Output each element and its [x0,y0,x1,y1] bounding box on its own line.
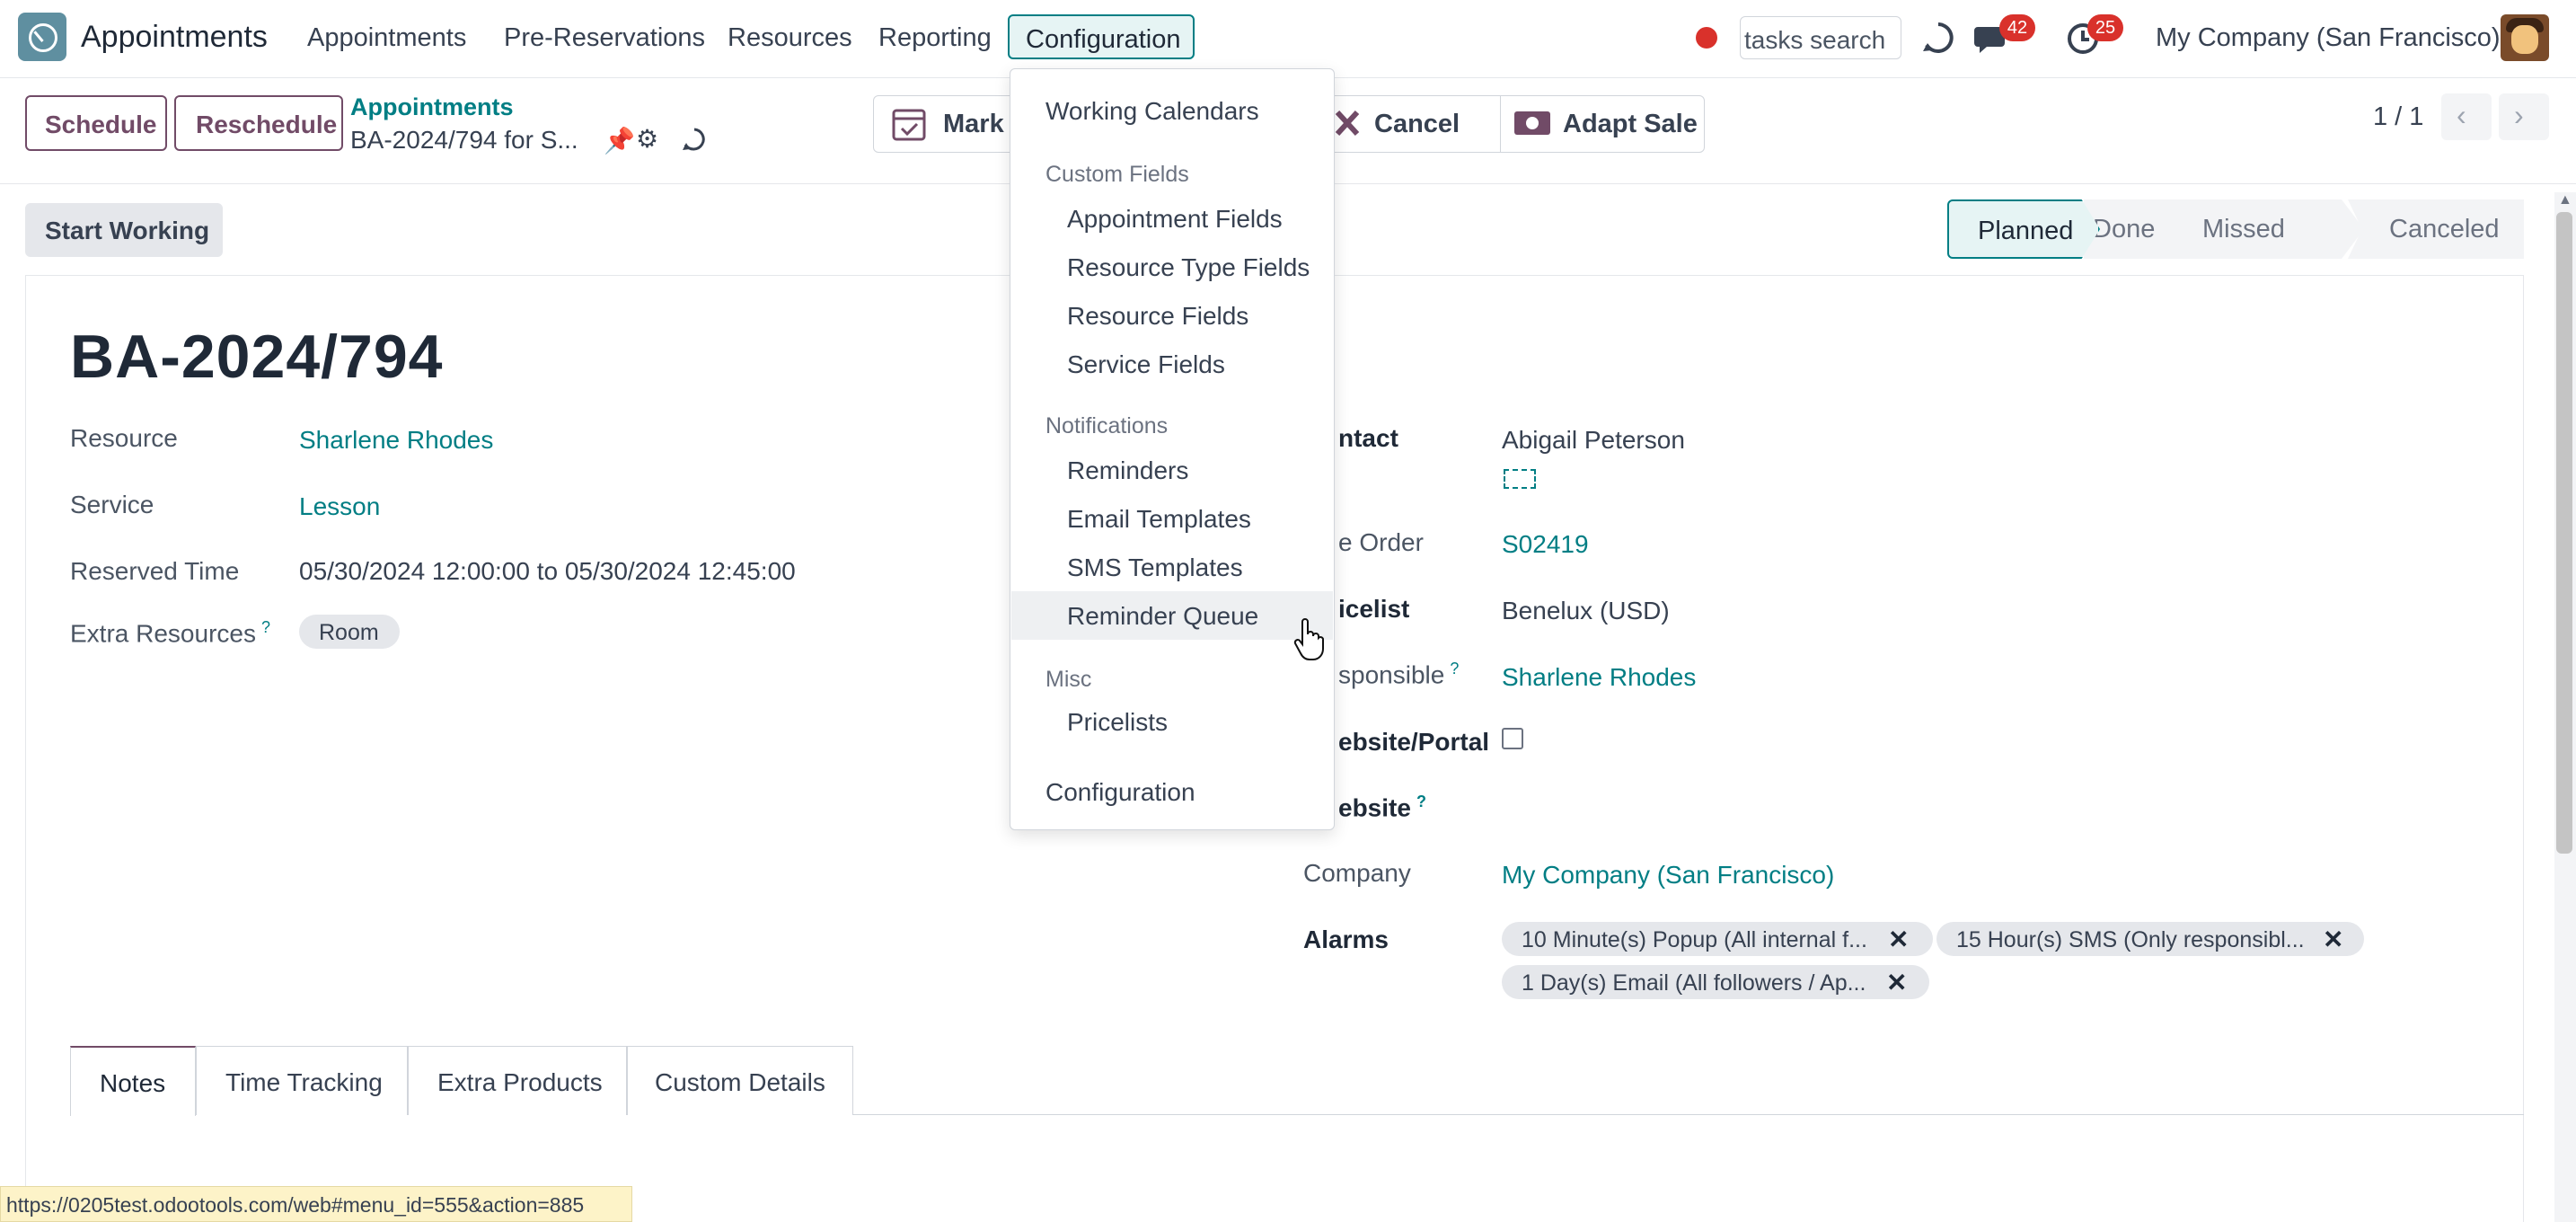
contact-label: ntact [1338,424,1398,452]
alarm-tag[interactable]: 10 Minute(s) Popup (All internal f... ✕ [1502,922,1933,956]
activities-badge: 25 [2087,14,2123,41]
schedule-button[interactable]: Schedule [25,95,167,151]
section-notifications: Notifications [1045,413,1169,438]
menu-item-appointment-fields[interactable]: Appointment Fields [1067,205,1283,234]
calendar-check-icon [892,109,926,141]
hand-cursor-icon [1293,618,1324,660]
remove-tag-icon[interactable]: ✕ [2323,925,2343,954]
link-preview-status: https://0205test.odootools.com/web#menu_… [0,1186,632,1222]
menu-item-service-fields[interactable]: Service Fields [1067,350,1225,379]
button-divider [1500,95,1501,153]
responsible-field[interactable]: Sharlene Rhodes [1502,663,1696,692]
remove-tag-icon[interactable]: ✕ [1886,968,1907,997]
breadcrumb-current-record: BA-2024/794 for S... [350,126,578,154]
status-canceled[interactable]: Canceled [2348,199,2524,259]
reserved-time-field[interactable]: 05/30/2024 12:00:00 to 05/30/2024 12:45:… [299,557,796,586]
pricelist-label: icelist [1338,595,1410,623]
reserved-time-label: Reserved Time [70,557,240,585]
service-label: Service [70,491,154,518]
menu-item-configuration[interactable]: Configuration [1045,778,1195,807]
sale-order-field[interactable]: S02419 [1502,530,1589,559]
menu-item-reminder-queue[interactable]: Reminder Queue [1067,602,1258,631]
company-field[interactable]: My Company (San Francisco) [1502,861,1834,890]
menu-reporting[interactable]: Reporting [878,23,992,53]
pin-icon[interactable]: 📌 [604,126,635,155]
sync-icon[interactable] [681,126,708,153]
gear-icon[interactable]: ⚙ [636,124,658,154]
help-icon[interactable]: ? [1450,660,1459,677]
pricelist-field[interactable]: Benelux (USD) [1502,597,1670,625]
menu-resources[interactable]: Resources [728,23,852,53]
phone-icon[interactable] [1504,469,1536,489]
service-field[interactable]: Lesson [299,492,380,521]
menu-item-email-templates[interactable]: Email Templates [1067,505,1251,534]
tab-extra-products[interactable]: Extra Products [408,1046,627,1115]
status-missed[interactable]: Missed [2139,199,2364,259]
help-icon[interactable]: ? [1416,793,1426,810]
menu-item-resource-fields[interactable]: Resource Fields [1067,302,1248,331]
reschedule-button[interactable]: Reschedule [174,95,343,151]
company-label: Company [1303,859,1411,887]
extra-resources-label: Extra Resources? [70,618,270,648]
pager-value[interactable]: 1 / 1 [2373,102,2423,132]
record-name: BA-2024/794 [70,323,444,391]
resource-label: Resource [70,424,178,452]
menu-pre-reservations[interactable]: Pre-Reservations [504,23,705,53]
pager-previous-button[interactable]: ‹ [2441,93,2492,140]
menu-item-resource-type-fields[interactable]: Resource Type Fields [1067,253,1310,282]
money-icon [1514,111,1550,135]
app-name[interactable]: Appointments [81,20,268,55]
contact-field[interactable]: Abigail Peterson [1502,426,1685,455]
refresh-icon[interactable] [1920,20,1956,56]
tasks-search-input[interactable]: tasks search [1740,16,1901,59]
record-indicator-icon[interactable] [1696,27,1717,49]
menu-item-pricelists[interactable]: Pricelists [1067,708,1168,737]
chevron-right-icon: › [2514,99,2524,131]
website-portal-checkbox[interactable] [1502,728,1523,749]
section-misc: Misc [1045,667,1092,692]
user-avatar[interactable] [2501,14,2549,61]
status-planned[interactable]: Planned [1947,199,2100,259]
pager-next-button[interactable]: › [2499,93,2549,140]
tab-notes[interactable]: Notes [70,1046,196,1116]
alarms-label: Alarms [1303,925,1389,953]
website-portal-label: ebsite/Portal [1338,728,1490,756]
tab-time-tracking[interactable]: Time Tracking [196,1046,408,1115]
company-switcher[interactable]: My Company (San Francisco) [2156,23,2501,53]
extra-resource-tag[interactable]: Room [299,615,400,649]
scroll-up-icon[interactable]: ▲ [2558,192,2572,208]
resource-field[interactable]: Sharlene Rhodes [299,426,493,455]
sale-order-label: e Order [1338,528,1424,556]
section-custom-fields: Custom Fields [1045,162,1189,187]
menu-appointments[interactable]: Appointments [307,23,466,53]
menu-item-working-calendars[interactable]: Working Calendars [1045,97,1259,126]
start-working-button[interactable]: Start Working [25,203,223,257]
alarm-tag[interactable]: 1 Day(s) Email (All followers / Ap... ✕ [1502,965,1929,999]
menu-item-sms-templates[interactable]: SMS Templates [1067,553,1243,582]
responsible-label: sponsible? [1338,660,1460,689]
remove-tag-icon[interactable]: ✕ [1888,925,1909,954]
status-done[interactable]: Done [2093,199,2170,259]
appointments-app-icon[interactable] [18,13,66,61]
tab-custom-details[interactable]: Custom Details [627,1046,853,1115]
chevron-left-icon: ‹ [2457,99,2466,131]
top-navbar: Appointments Appointments Pre-Reservatio… [0,0,2576,78]
menu-item-reminders[interactable]: Reminders [1067,456,1188,485]
breadcrumb-appointments[interactable]: Appointments [350,93,514,121]
website-label: ebsite? [1338,793,1426,822]
scrollbar-thumb[interactable] [2556,212,2572,854]
close-icon [1335,110,1360,137]
menu-configuration[interactable]: Configuration [1008,14,1195,59]
messages-badge: 42 [1999,14,2035,41]
alarm-tag[interactable]: 15 Hour(s) SMS (Only responsibl... ✕ [1936,922,2364,956]
help-icon[interactable]: ? [261,618,270,636]
